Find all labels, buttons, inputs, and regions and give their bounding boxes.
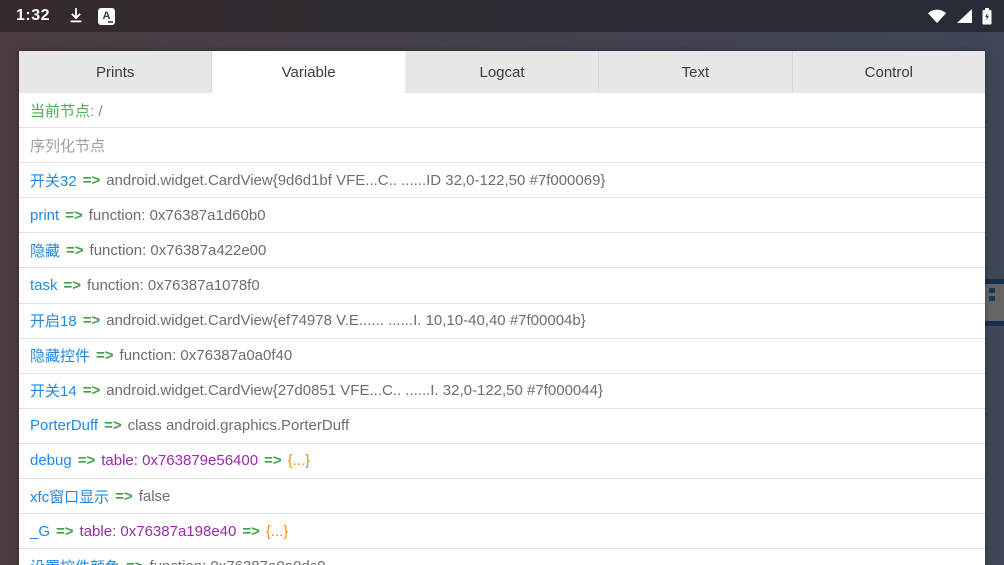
row-segment: => [264,452,282,469]
tab-label: Prints [96,64,134,81]
tab-logcat[interactable]: Logcat [406,51,599,93]
variable-row[interactable]: 开启18 => android.widget.CardView{ef74978 V.… [19,304,985,339]
tab-variable[interactable]: Variable [212,51,405,93]
tab-text[interactable]: Text [599,51,792,93]
variable-row[interactable]: debug => table: 0x763879e56400 => {...} [19,444,985,479]
row-segment: 隐藏 [30,240,60,261]
row-segment: 开关32 [30,170,77,191]
row-segment: android.widget.CardView{ef74978 V.E.....… [106,312,586,329]
row-segment: => [242,523,260,540]
row-segment: class android.graphics.PorterDuff [128,417,350,434]
row-segment: 开启18 [30,310,77,331]
row-segment: false [139,488,171,505]
letter-a-icon: A [98,8,115,25]
row-segment: => [104,417,122,434]
variable-row[interactable]: 隐藏控件 => function: 0x76387a0a0f40 [19,339,985,374]
row-segment: => [65,207,83,224]
clock: 1:32 [16,7,50,25]
row-segment: => [83,312,101,329]
row-segment: android.widget.CardView{27d0851 VFE...C.… [106,382,603,399]
cellular-signal-icon [956,8,973,24]
background-window-edge [985,279,1004,326]
row-segment: PorterDuff [30,417,98,434]
tab-bar: Prints Variable Logcat Text Control [19,51,985,93]
row-segment: => [78,452,96,469]
variable-row[interactable]: 开关14 => android.widget.CardView{27d0851 VF… [19,374,985,409]
row-segment: function: 0x76387a1d60b0 [89,207,266,224]
variable-row[interactable]: 开关32 => android.widget.CardView{9d6d1bf VF… [19,163,985,198]
debug-panel: Prints Variable Logcat Text Control 当前节点: / 序… [19,51,985,565]
row-segment: => [126,558,144,565]
row-segment: => [83,382,101,399]
row-segment: 当前节点: / [30,100,103,121]
row-segment: table: 0x763879e56400 [101,452,258,469]
tab-prints[interactable]: Prints [19,51,212,93]
row-segment: {...} [266,523,289,540]
row-segment: => [64,277,82,294]
row-segment: => [66,242,84,259]
tab-label: Variable [282,64,336,81]
row-segment: => [115,488,133,505]
variable-row[interactable]: 序列化节点 [19,128,985,163]
tab-label: Logcat [479,64,524,81]
row-segment: function: 0x76387a1078f0 [87,277,260,294]
variable-row[interactable]: task => function: 0x76387a1078f0 [19,268,985,303]
tab-control[interactable]: Control [793,51,985,93]
row-segment: function: 0x76387a0a0f40 [120,347,293,364]
row-segment: task [30,277,58,294]
row-segment: 序列化节点 [30,135,105,156]
tab-label: Control [865,64,913,81]
variable-row[interactable]: 设置控件颜色 => function: 0x76387a0a0dc0 [19,549,985,565]
row-segment: print [30,207,59,224]
status-bar: 1:32 A [0,0,1004,32]
row-segment: => [83,172,101,189]
row-segment: => [96,347,114,364]
row-segment: {...} [288,452,311,469]
battery-charging-icon [982,8,992,25]
row-segment: _G [30,523,50,540]
variable-row[interactable]: PorterDuff => class android.graphics.Porte… [19,409,985,444]
row-segment: 设置控件颜色 [30,556,120,565]
variable-row[interactable]: 当前节点: / [19,93,985,128]
variable-row[interactable]: 隐藏 => function: 0x76387a422e00 [19,233,985,268]
row-segment: => [56,523,74,540]
row-segment: 开关14 [30,380,77,401]
row-segment: debug [30,452,72,469]
row-segment: 隐藏控件 [30,345,90,366]
row-segment: android.widget.CardView{9d6d1bf VFE...C.… [106,172,605,189]
android-screen: 1:32 A [0,0,1004,565]
wifi-icon [927,8,947,24]
row-segment: table: 0x76387a198e40 [80,523,237,540]
variable-row[interactable]: print => function: 0x76387a1d60b0 [19,198,985,233]
variable-row[interactable]: xfc窗口显示 => false [19,479,985,514]
tab-label: Text [682,64,710,81]
row-segment: xfc窗口显示 [30,486,109,507]
variable-list: 当前节点: / 序列化节点开关32 => android.widget.CardVie… [19,93,985,565]
variable-row[interactable]: _G => table: 0x76387a198e40 => {...} [19,514,985,549]
row-segment: function: 0x76387a0a0dc0 [150,558,326,565]
row-segment: function: 0x76387a422e00 [90,242,267,259]
download-icon [68,8,84,24]
